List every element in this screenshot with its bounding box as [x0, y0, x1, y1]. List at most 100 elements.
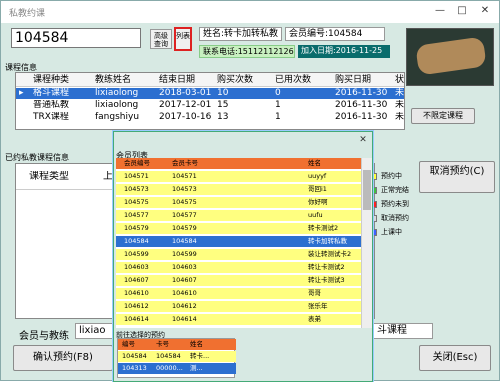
- table-cell: 104573: [172, 185, 197, 193]
- member-list-button[interactable]: 列表: [174, 27, 192, 51]
- table-row[interactable]: 普通私教 lixiaolong 2017-12-01 15 1 2016-11-…: [16, 100, 404, 111]
- table-cell: 104610: [172, 289, 197, 297]
- table-cell: 104579: [172, 224, 197, 232]
- table-cell: 2018-03-01: [159, 88, 212, 98]
- table-cell: 2016-11-30: [335, 88, 388, 98]
- close-icon[interactable]: ✕: [473, 3, 497, 19]
- table-cell: 104603: [124, 263, 149, 271]
- table-cell: 104579: [124, 224, 149, 232]
- app-window: 私教约课 — □ ✕ 104584 高级查询 列表 姓名:转卡加转私教 会员编号…: [0, 0, 500, 382]
- column-header[interactable]: 状: [392, 73, 404, 87]
- coach-select[interactable]: lixiao: [75, 323, 115, 339]
- table-row[interactable]: 104614 104614 表弟: [116, 314, 361, 325]
- column-header[interactable]: 购买次数: [214, 73, 272, 87]
- table-row[interactable]: 104573 104573 哥回i1: [116, 184, 361, 195]
- column-header[interactable]: 编号: [120, 339, 154, 350]
- legend-label: 正常完结: [381, 186, 409, 194]
- booked-courses-label: 已约私教课程信息: [5, 153, 69, 162]
- member-phone: 联系电话:15112112126: [199, 45, 295, 58]
- legend-item: 正常完结: [369, 185, 409, 195]
- table-row[interactable]: 104584 104584 转卡...: [118, 351, 236, 362]
- table-cell: 104577: [124, 211, 149, 219]
- status-legend: 预约中 正常完结 预约未到 取消预约 上课中: [369, 171, 439, 251]
- table-cell: 2017-10-16: [159, 112, 212, 122]
- member-mini-table[interactable]: 编号 卡号 姓名 104584 104584 转卡... 104313 0000…: [117, 338, 236, 378]
- legend-label: 预约未到: [381, 200, 409, 208]
- table-row[interactable]: 104571 104571 uuyyf: [116, 171, 361, 182]
- table-cell: 2016-11-30: [335, 100, 388, 110]
- table-cell: 104575: [172, 198, 197, 206]
- table-row[interactable]: 104599 104599 装让转测试卡2: [116, 249, 361, 260]
- popup-scrollbar[interactable]: [361, 158, 372, 328]
- advanced-search-button[interactable]: 高级查询: [150, 29, 172, 49]
- legend-item: 预约中: [369, 171, 402, 181]
- table-cell: 2017-12-01: [159, 100, 212, 110]
- column-header[interactable]: 教练姓名: [92, 73, 156, 87]
- table-cell: 未: [395, 88, 405, 98]
- column-header[interactable]: 会员编号: [122, 158, 170, 169]
- table-row[interactable]: 104577 104577 uufu: [116, 210, 361, 221]
- table-cell: 104573: [124, 185, 149, 193]
- table-cell: 104612: [172, 302, 197, 310]
- course-select[interactable]: 斗课程: [373, 323, 433, 339]
- member-name: 姓名:转卡加转私教: [199, 27, 282, 41]
- table-cell: 转卡...: [190, 352, 210, 360]
- table-row[interactable]: 104575 104575 你好啊: [116, 197, 361, 208]
- table-cell: 未: [395, 100, 405, 110]
- title-bar: 私教约课 — □ ✕: [1, 1, 499, 23]
- table-cell: 104607: [124, 276, 149, 284]
- table-cell: 转卡加转私教: [308, 237, 347, 245]
- table-row[interactable]: TRX课程 fangshiyu 2017-10-16 13 1 2016-11-…: [16, 112, 404, 123]
- table-cell: 15: [217, 100, 229, 110]
- table-header-row: 编号 卡号 姓名: [118, 339, 236, 350]
- table-cell: 普通私教: [33, 100, 70, 110]
- table-row[interactable]: 104610 104610 哥哥: [116, 288, 361, 299]
- column-header[interactable]: 会员卡号: [170, 158, 306, 169]
- table-cell: 未: [395, 112, 405, 122]
- column-header[interactable]: 课程种类: [30, 73, 92, 87]
- table-row[interactable]: 104607 104607 转让卡测试3: [116, 275, 361, 286]
- column-header[interactable]: 姓名: [306, 158, 361, 169]
- column-header[interactable]: 结束日期: [156, 73, 214, 87]
- table-cell: fangshiyu: [95, 112, 140, 122]
- table-cell: 10: [217, 88, 229, 98]
- coach-label: 会员与教练: [19, 331, 69, 342]
- column-header[interactable]: 卡号: [154, 339, 188, 350]
- table-cell: 张乐年: [308, 302, 328, 310]
- scrollbar-thumb[interactable]: [363, 170, 371, 210]
- table-cell: 104584: [156, 352, 181, 360]
- window-title: 私教约课: [9, 9, 46, 19]
- column-header[interactable]: 购买日期: [332, 73, 392, 87]
- column-header[interactable]: 课程类型: [26, 171, 106, 182]
- close-button[interactable]: 关闭(Esc): [419, 345, 491, 371]
- table-row[interactable]: 104579 104579 转卡测试2: [116, 223, 361, 234]
- table-row[interactable]: 104603 104603 转让卡测试2: [116, 262, 361, 273]
- table-row[interactable]: 104584 104584 转卡加转私教: [116, 236, 361, 247]
- table-row[interactable]: 104313 00000... 测...: [118, 363, 236, 374]
- table-cell: 哥哥: [308, 289, 321, 297]
- table-cell: 表弟: [308, 315, 321, 323]
- table-row[interactable]: ▸ 格斗课程 lixiaolong 2018-03-01 10 0 2016-1…: [16, 88, 404, 99]
- table-cell: 2016-11-30: [335, 112, 388, 122]
- legend-label: 取消预约: [381, 214, 409, 222]
- table-cell: 格斗课程: [33, 88, 70, 98]
- column-header[interactable]: 已用次数: [272, 73, 332, 87]
- table-row[interactable]: 104612 104612 张乐年: [116, 301, 361, 312]
- course-info-table[interactable]: 课程种类 教练姓名 结束日期 购买次数 已用次数 购买日期 状 ▸ 格斗课程 l…: [15, 72, 405, 130]
- legend-label: 预约中: [381, 172, 402, 180]
- minimize-icon[interactable]: —: [429, 3, 451, 19]
- member-photo: [406, 28, 494, 86]
- maximize-icon[interactable]: □: [451, 3, 473, 19]
- unlimited-course-button[interactable]: 不限定课程: [411, 108, 475, 124]
- table-cell: 104603: [172, 263, 197, 271]
- member-search-input[interactable]: 104584: [11, 28, 141, 48]
- table-cell: uuyyf: [308, 172, 327, 180]
- popup-close-icon[interactable]: ✕: [354, 132, 372, 148]
- table-cell: 装让转测试卡2: [308, 250, 352, 258]
- confirm-booking-button[interactable]: 确认预约(F8): [13, 345, 113, 371]
- table-cell: 0: [275, 88, 281, 98]
- member-list-table[interactable]: 会员编号 会员卡号 姓名 104571 104571 uuyyf 104573 1045…: [116, 158, 361, 328]
- table-cell: 104612: [124, 302, 149, 310]
- legend-label: 上课中: [381, 228, 402, 236]
- column-header[interactable]: 姓名: [188, 339, 234, 350]
